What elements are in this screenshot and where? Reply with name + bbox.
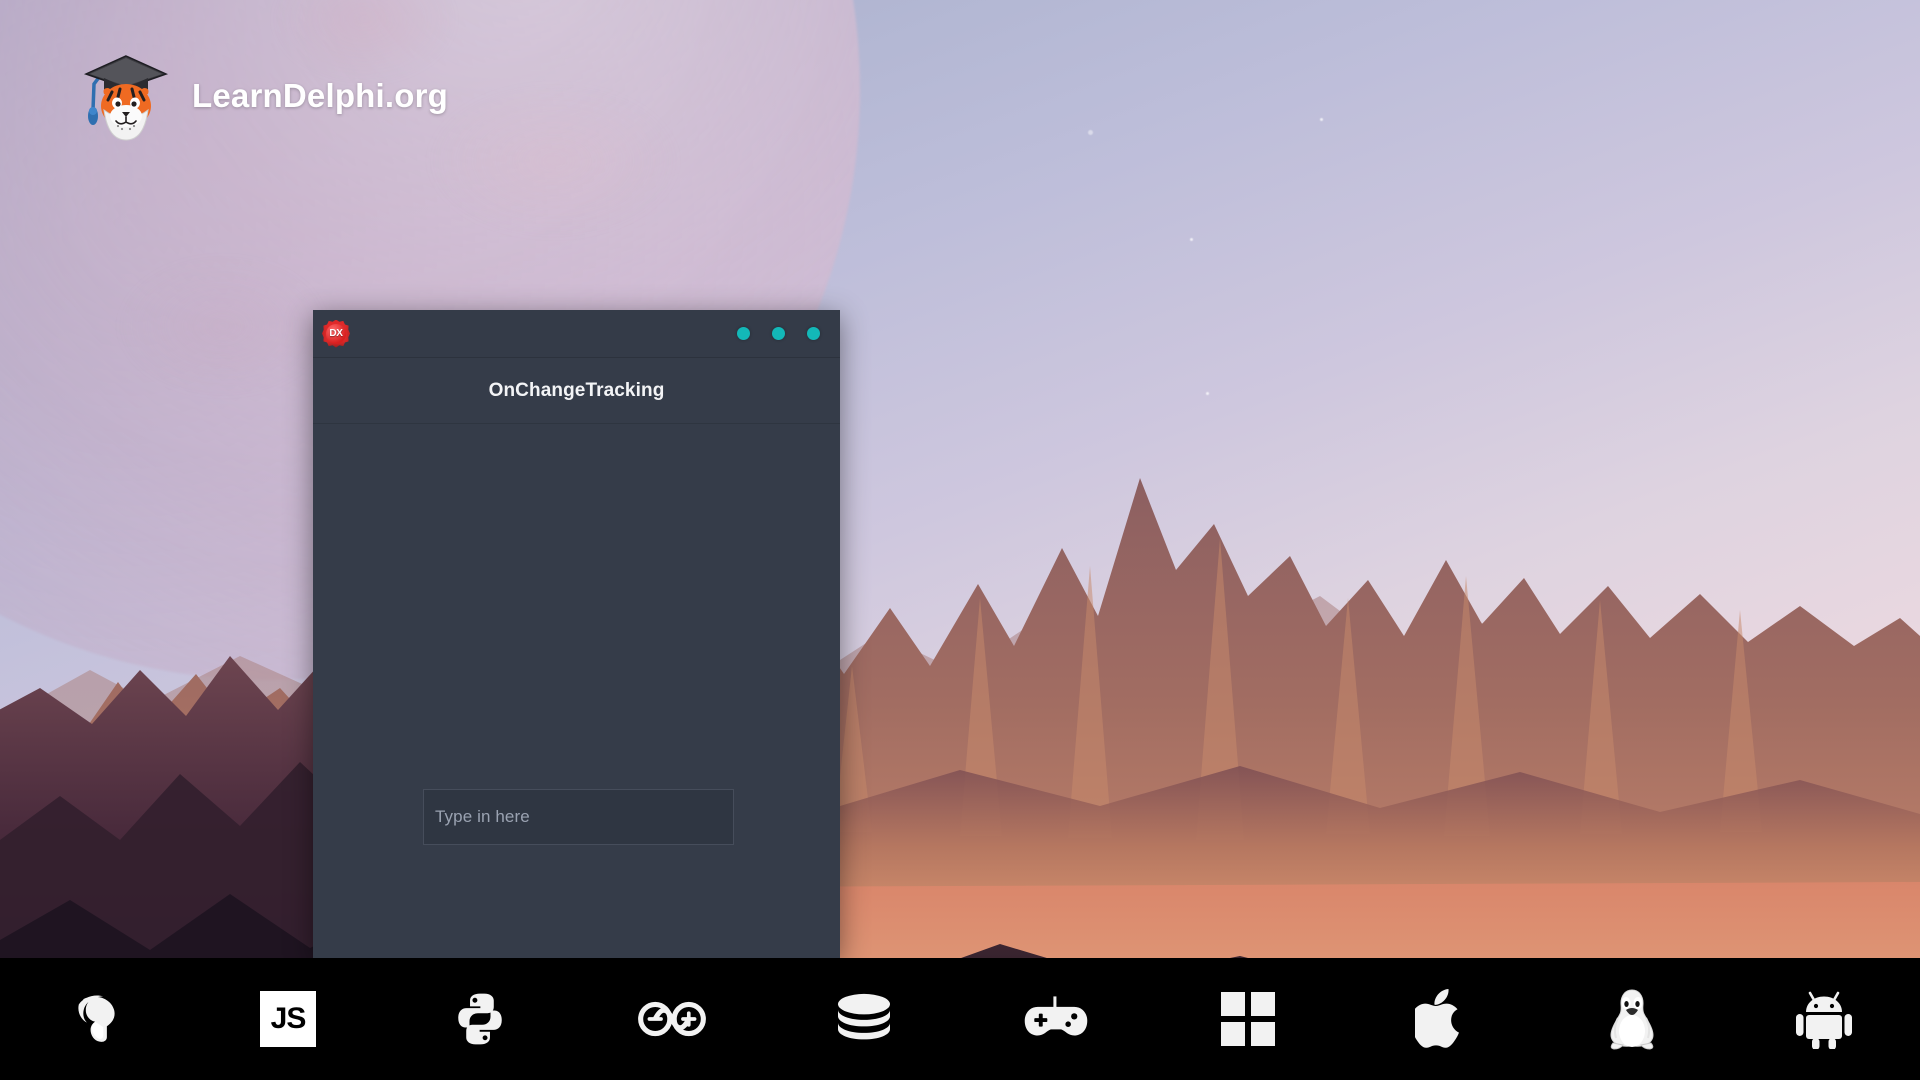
window-controls[interactable] [737,327,820,340]
taskbar-item-android[interactable] [1728,958,1920,1080]
text-input-placeholder: Type in here [435,807,530,826]
desktop-wallpaper [0,0,1920,1080]
android-icon [1796,989,1852,1049]
minimize-button[interactable] [737,327,750,340]
text-input-field[interactable]: Type in here [423,789,734,845]
star [1320,118,1323,121]
taskbar-item-database[interactable] [768,958,960,1080]
taskbar[interactable]: JS [0,958,1920,1080]
taskbar-item-arduino[interactable] [576,958,768,1080]
brand-logo-group: LearnDelphi.org [78,48,448,144]
maximize-button[interactable] [772,327,785,340]
tiger-graduate-icon [78,48,174,144]
taskbar-item-windows[interactable] [1152,958,1344,1080]
taskbar-item-macos[interactable] [1344,958,1536,1080]
star [1190,238,1193,241]
apple-icon [1415,989,1465,1049]
taskbar-item-games[interactable] [960,958,1152,1080]
dx-badge-label: DX [329,328,343,339]
brand-name: LearnDelphi.org [192,77,449,114]
window-header: OnChangeTracking [313,358,840,424]
dx-badge-icon: DX [322,319,350,348]
star [1206,392,1209,395]
tux-penguin-icon [1605,988,1659,1050]
screen: LearnDelphi.org DX OnChangeTracking Type… [0,0,1920,1080]
star [1088,130,1093,135]
taskbar-item-delphi[interactable] [0,958,192,1080]
page-title: OnChangeTracking [488,379,665,401]
window-titlebar[interactable]: DX [313,310,840,358]
close-button[interactable] [807,327,820,340]
python-icon [451,990,509,1048]
app-window[interactable]: DX OnChangeTracking Type in here [313,310,840,958]
js-icon-label: JS [270,1002,307,1035]
spartan-helmet-icon [67,990,125,1048]
taskbar-item-javascript[interactable]: JS [192,958,384,1080]
js-icon: JS [260,991,316,1047]
windows-icon [1221,992,1275,1046]
taskbar-item-python[interactable] [384,958,576,1080]
arduino-infinity-icon [637,996,707,1042]
gamepad-icon [1023,995,1089,1043]
database-icon [834,993,894,1045]
window-client-area: Type in here [313,424,840,958]
taskbar-item-linux[interactable] [1536,958,1728,1080]
